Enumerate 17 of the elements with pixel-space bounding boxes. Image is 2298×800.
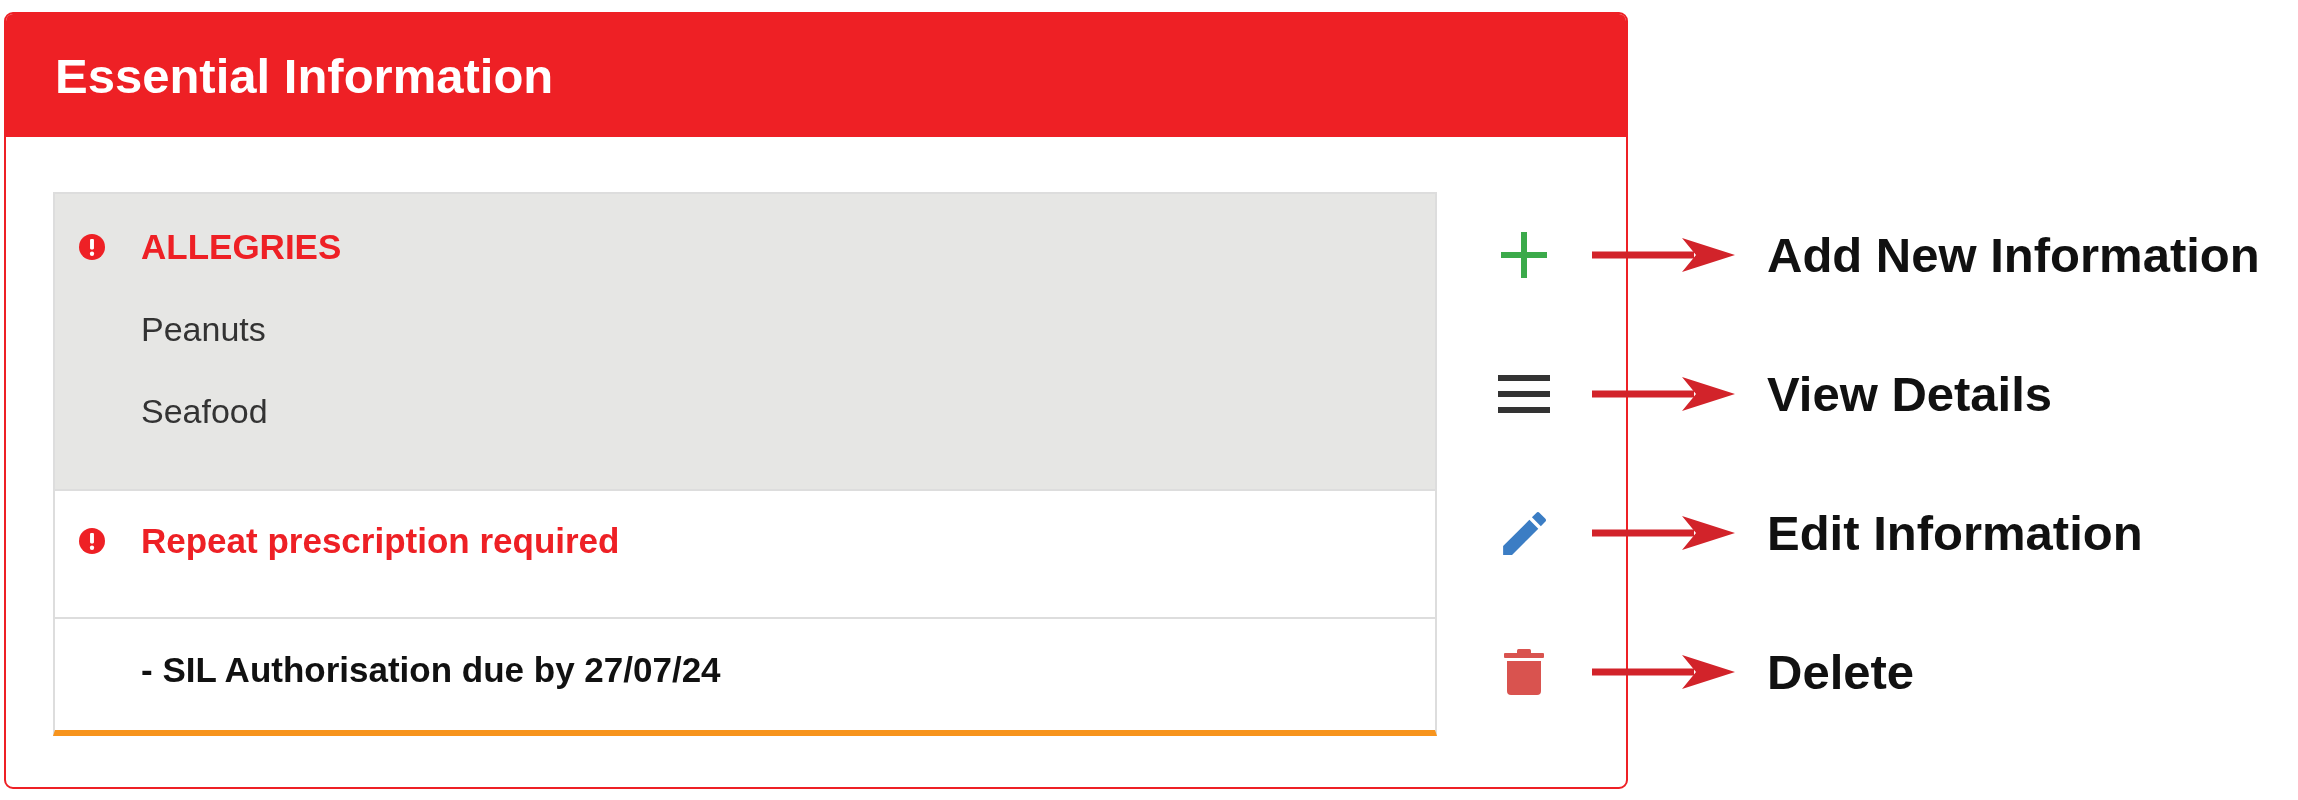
alert-text: Repeat prescription required bbox=[141, 520, 620, 562]
allergy-entry: Seafood bbox=[141, 391, 269, 432]
trash-icon[interactable] bbox=[1504, 649, 1544, 695]
callout-label: View Details bbox=[1767, 366, 2053, 422]
callout-label: Delete bbox=[1767, 644, 1915, 700]
info-row[interactable]: ALLEGRIES Peanuts Seafood bbox=[55, 194, 1435, 489]
pencil-icon[interactable] bbox=[1502, 511, 1546, 555]
note-text: - SIL Authorisation due by 27/07/24 bbox=[141, 649, 721, 691]
plus-icon[interactable] bbox=[1501, 232, 1547, 278]
menu-icon[interactable] bbox=[1498, 375, 1550, 413]
section-heading: ALLEGRIES bbox=[141, 226, 342, 268]
exclamation-circle-icon bbox=[79, 528, 105, 554]
exclamation-circle-icon bbox=[79, 234, 105, 260]
callout-label: Add New Information bbox=[1767, 227, 2260, 283]
card-title: Essential Information bbox=[55, 47, 554, 104]
allergy-entry: Peanuts bbox=[141, 309, 267, 350]
callout-label: Edit Information bbox=[1767, 505, 2143, 561]
